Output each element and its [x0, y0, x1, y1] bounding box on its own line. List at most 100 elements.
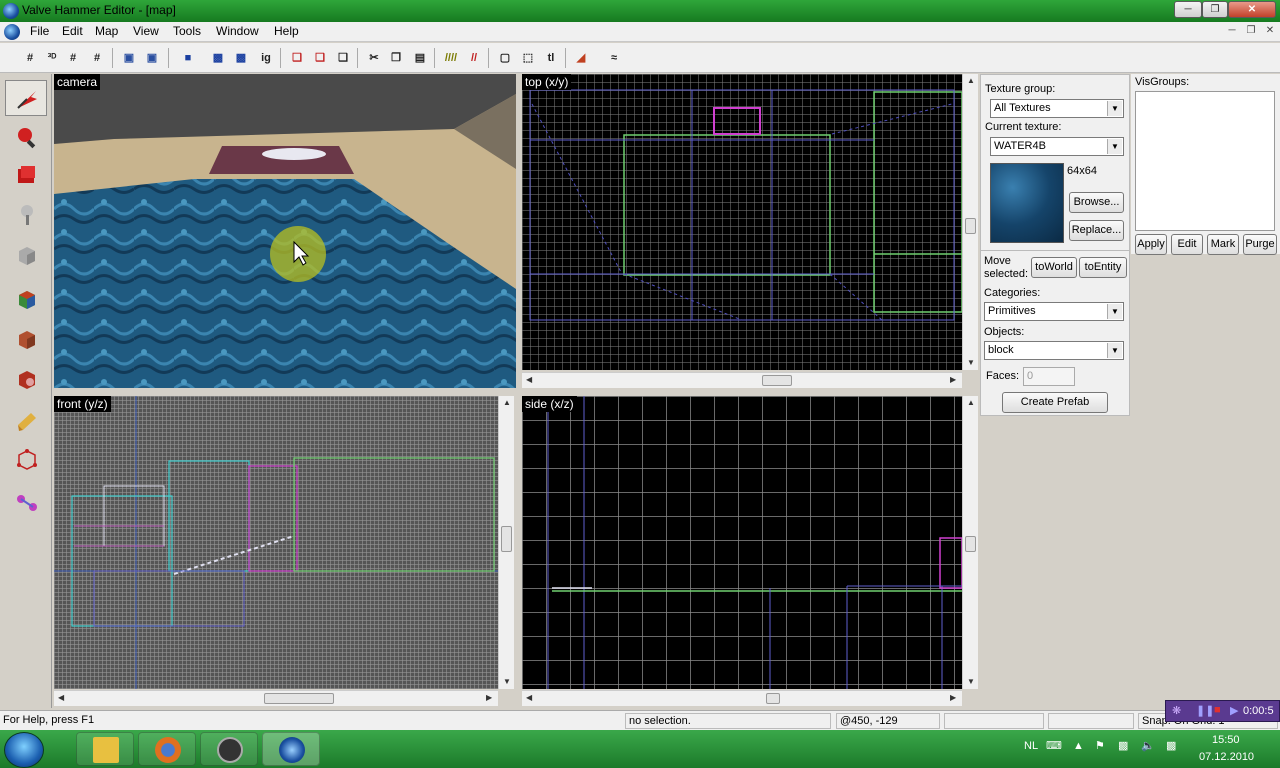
selection-tool[interactable]: [5, 80, 47, 116]
side-viewport-hscroll[interactable]: ◀ ▶: [522, 690, 962, 706]
grid-smaller-icon[interactable]: #: [63, 48, 83, 68]
mark-button[interactable]: Mark: [1207, 234, 1239, 255]
front-hscroll-thumb[interactable]: [264, 693, 334, 704]
texture-group-select[interactable]: All Textures ▼: [990, 99, 1124, 118]
apply-texture-tool[interactable]: [5, 320, 47, 356]
menu-help[interactable]: Help: [274, 24, 299, 38]
create-prefab-button[interactable]: Create Prefab: [1002, 392, 1108, 413]
texture-scale-lock-icon[interactable]: ▣: [142, 48, 162, 68]
grid-toggle-icon[interactable]: #: [20, 48, 40, 68]
to-entity-button[interactable]: toEntity: [1079, 257, 1127, 278]
language-indicator[interactable]: NL: [1024, 740, 1038, 752]
camera-tool[interactable]: [5, 156, 47, 192]
menu-window[interactable]: Window: [216, 24, 259, 38]
side-viewport[interactable]: side (x/z): [522, 396, 962, 689]
magnify-tool[interactable]: [5, 118, 47, 154]
top-hscroll-thumb[interactable]: [762, 375, 792, 386]
paste-icon[interactable]: ▤: [410, 48, 430, 68]
replace-button[interactable]: Replace...: [1069, 220, 1124, 241]
purge-button[interactable]: Purge: [1243, 234, 1277, 255]
stop-icon[interactable]: ■: [1214, 704, 1221, 716]
side-viewport-vscroll[interactable]: ▲ ▼: [962, 396, 978, 689]
pause-icon[interactable]: ❚❚: [1196, 704, 1214, 717]
taskbar-explorer[interactable]: [76, 732, 134, 766]
toggle-helpers-icon[interactable]: tl: [541, 48, 561, 68]
texture-lock-icon[interactable]: ////: [441, 48, 461, 68]
texture-scale-icon[interactable]: //: [464, 48, 484, 68]
texture-preview[interactable]: [990, 163, 1064, 243]
3d-grid-icon[interactable]: ³ᴰ: [42, 48, 62, 68]
apply-button[interactable]: Apply: [1135, 234, 1167, 255]
front-viewport-hscroll[interactable]: ◀ ▶: [54, 690, 498, 706]
action-center-icon[interactable]: ⚑: [1095, 739, 1105, 752]
selection-box-icon[interactable]: ▢: [495, 48, 515, 68]
run-map-icon[interactable]: ◢: [571, 48, 591, 68]
play-icon[interactable]: ▶: [1230, 704, 1238, 717]
grid-larger-icon[interactable]: #: [87, 48, 107, 68]
select-by-handle-icon[interactable]: ⬚: [518, 48, 538, 68]
top-vscroll-thumb[interactable]: [965, 218, 976, 234]
show-all-icon[interactable]: ▩: [208, 48, 228, 68]
visgroups-list[interactable]: [1135, 91, 1275, 231]
keyboard-icon[interactable]: ⌨: [1046, 739, 1062, 752]
block-tool[interactable]: [5, 236, 47, 272]
document-icon[interactable]: [4, 24, 20, 40]
toggle-texture-lock-icon[interactable]: ▣: [119, 48, 139, 68]
show-hidden-icons-icon[interactable]: ▲: [1073, 740, 1084, 752]
front-viewport-vscroll[interactable]: ▲ ▼: [498, 396, 514, 689]
cut-icon[interactable]: ✂: [364, 48, 384, 68]
camera-viewport[interactable]: camera: [54, 74, 516, 388]
faces-stepper[interactable]: 0: [1023, 367, 1075, 386]
group-icon[interactable]: ▩: [231, 48, 251, 68]
menu-tools[interactable]: Tools: [173, 24, 201, 38]
screen-recorder-widget[interactable]: ❋ ❚❚ ■ ▶ 0:00:5: [1165, 700, 1280, 722]
edit-button[interactable]: Edit: [1171, 234, 1203, 255]
to-world-button[interactable]: toWorld: [1031, 257, 1077, 278]
chevron-down-icon[interactable]: ▼: [1107, 304, 1122, 319]
taskbar-steam[interactable]: [200, 732, 258, 766]
clock-date[interactable]: 07.12.2010: [1199, 751, 1254, 763]
chevron-down-icon[interactable]: ▼: [1107, 139, 1122, 154]
copy-icon[interactable]: ❐: [386, 48, 406, 68]
front-viewport[interactable]: front (y/z): [54, 396, 498, 689]
mdi-restore-button[interactable]: ❐: [1243, 25, 1259, 39]
volume-icon[interactable]: 🔈: [1141, 739, 1155, 752]
maximize-button[interactable]: ❐: [1202, 1, 1228, 18]
top-viewport-vscroll[interactable]: ▲ ▼: [962, 74, 978, 370]
side-hscroll-thumb[interactable]: [766, 693, 780, 704]
tie-to-entity-icon[interactable]: ❏: [333, 48, 353, 68]
hide-selected-icon[interactable]: ■: [178, 48, 198, 68]
menu-edit[interactable]: Edit: [62, 24, 83, 38]
mdi-close-button[interactable]: ✕: [1262, 25, 1278, 39]
clipping-tool[interactable]: [5, 402, 47, 438]
device-icon[interactable]: ▩: [1118, 739, 1128, 752]
compile-options-icon[interactable]: ≈: [604, 48, 624, 68]
hollow-icon[interactable]: ❏: [310, 48, 330, 68]
objects-select[interactable]: block ▼: [984, 341, 1124, 360]
mdi-minimize-button[interactable]: ─: [1224, 25, 1240, 39]
start-button[interactable]: [4, 732, 44, 768]
minimize-button[interactable]: ─: [1174, 1, 1202, 18]
clock-time[interactable]: 15:50: [1212, 734, 1240, 746]
menu-file[interactable]: File: [30, 24, 49, 38]
ignore-group-icon[interactable]: ig: [256, 48, 276, 68]
taskbar-hammer[interactable]: [262, 732, 320, 766]
categories-select[interactable]: Primitives ▼: [984, 302, 1124, 321]
side-vscroll-thumb[interactable]: [965, 536, 976, 552]
front-vscroll-thumb[interactable]: [501, 526, 512, 552]
texture-application-tool[interactable]: [5, 280, 47, 316]
top-viewport[interactable]: top (x/y): [522, 74, 962, 370]
chevron-down-icon[interactable]: ▼: [1107, 101, 1122, 116]
current-texture-select[interactable]: WATER4B ▼: [990, 137, 1124, 156]
entity-tool[interactable]: [5, 196, 47, 232]
top-viewport-hscroll[interactable]: ◀ ▶: [522, 372, 962, 388]
close-button[interactable]: ✕: [1228, 1, 1276, 18]
network-icon[interactable]: ▩: [1166, 739, 1176, 752]
taskbar-firefox[interactable]: [138, 732, 196, 766]
browse-button[interactable]: Browse...: [1069, 192, 1124, 213]
vertex-tool[interactable]: [5, 440, 47, 476]
path-tool[interactable]: [5, 484, 47, 520]
menu-map[interactable]: Map: [95, 24, 118, 38]
carve-icon[interactable]: ❏: [287, 48, 307, 68]
menu-view[interactable]: View: [133, 24, 159, 38]
